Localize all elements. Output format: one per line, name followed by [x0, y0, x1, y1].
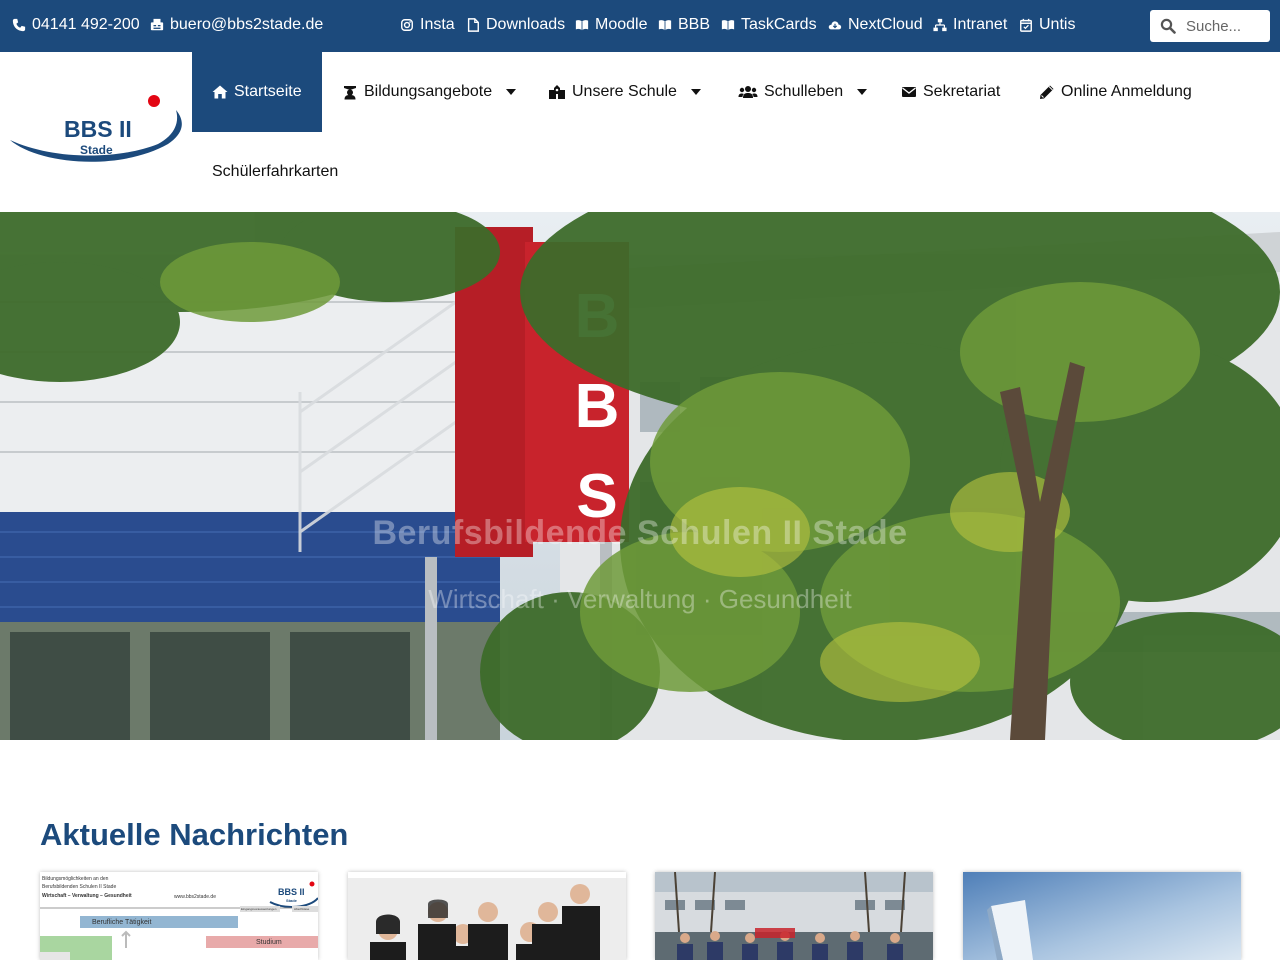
nav-schulleben[interactable]: Schulleben [718, 52, 887, 132]
topbar-link-taskcards[interactable]: TaskCards [721, 16, 817, 34]
news-card[interactable] [655, 872, 933, 960]
doc-logo-subtext: Stade [286, 898, 297, 903]
topbar-link-untis[interactable]: Untis [1019, 16, 1075, 34]
topbar-link-label: BBB [678, 16, 711, 33]
nav-sekretariat[interactable]: Sekretariat [881, 52, 1020, 132]
hero-image: B B S [0, 212, 1280, 740]
chevron-down-icon [506, 89, 517, 95]
top-bar: 04141 492-200 buero@bbs2stade.de Insta D… [0, 0, 1280, 52]
logo-text: BBS II [64, 116, 132, 142]
users-icon [738, 84, 758, 100]
news-card-image [963, 872, 1241, 960]
doc-line: Wirtschaft – Verwaltung – Gesundheit [42, 893, 132, 899]
nav-label: Sekretariat [923, 83, 1001, 100]
doc-box: Berufliche Tätigkeit [92, 919, 152, 926]
topbar-link-label: Untis [1039, 16, 1076, 33]
graduate-icon [342, 84, 358, 100]
chevron-down-icon [690, 89, 701, 95]
chevron-down-icon [857, 89, 868, 95]
nav-schuelerfahrkarten[interactable]: Schülerfahrkarten [192, 132, 358, 212]
logo-subtext: Stade [80, 143, 113, 157]
calendar-icon [1019, 18, 1033, 32]
email-link[interactable]: buero@bbs2stade.de [150, 16, 323, 34]
doc-tag: Eingangsvoraussetzungen [241, 907, 277, 911]
nav-label: Startseite [234, 83, 302, 100]
phone-number: 04141 492-200 [32, 16, 140, 33]
file-icon [466, 18, 480, 32]
doc-line: Berufsbildenden Schulen II Stade [42, 884, 117, 890]
topbar-link-label: Downloads [486, 16, 566, 33]
hero-title: Berufsbildende Schulen II Stade [372, 514, 908, 552]
news-card-image [348, 872, 626, 960]
nav-label: Online Anmeldung [1061, 83, 1192, 100]
nav-bildungsangebote[interactable]: Bildungsangebote [322, 52, 536, 132]
phone-link[interactable]: 04141 492-200 [12, 16, 140, 34]
topbar-link-label: Intranet [953, 16, 1008, 33]
envelope-icon [901, 84, 917, 100]
hero-subtitle: Wirtschaft · Verwaltung · Gesundheit [428, 584, 852, 614]
doc-site: www.bbs2stade.de [174, 894, 216, 900]
nav-label: Unsere Schule [572, 83, 677, 100]
book-icon [575, 18, 589, 32]
nav-startseite[interactable]: Startseite [192, 52, 322, 132]
topbar-link-label: Moodle [595, 16, 648, 33]
site-logo[interactable]: BBS II Stade [8, 92, 186, 172]
topbar-link-label: NextCloud [848, 16, 923, 33]
topbar-link-insta[interactable]: Insta [400, 16, 455, 34]
book-icon [721, 18, 735, 32]
nav-label: Bildungsangebote [364, 83, 493, 100]
topbar-link-intranet[interactable]: Intranet [933, 16, 1007, 34]
doc-tag: Abschlüsse [294, 907, 310, 911]
nav-online-anmeldung[interactable]: Online Anmeldung [1019, 52, 1212, 132]
email-address: buero@bbs2stade.de [170, 16, 324, 33]
topbar-link-bbb[interactable]: BBB [658, 16, 710, 34]
phone-icon [12, 18, 26, 32]
doc-line: Bildungsmöglichkeiten an den [42, 876, 109, 882]
doc-box: Studium [256, 939, 282, 946]
instagram-icon [400, 18, 414, 32]
book-icon [658, 18, 672, 32]
news-card[interactable] [348, 872, 626, 960]
topbar-link-label: TaskCards [741, 16, 817, 33]
search-box[interactable] [1150, 10, 1270, 42]
nav-label: Schülerfahrkarten [212, 163, 339, 180]
search-icon[interactable] [1160, 18, 1176, 34]
news-card-image [655, 872, 933, 960]
topbar-link-moodle[interactable]: Moodle [575, 16, 647, 34]
news-heading: Aktuelle Nachrichten [40, 817, 349, 852]
cloud-icon [828, 18, 842, 32]
network-icon [933, 18, 947, 32]
pencil-icon [1039, 84, 1055, 100]
topbar-link-downloads[interactable]: Downloads [466, 16, 565, 34]
nav-label: Schulleben [764, 83, 844, 100]
home-icon [212, 84, 228, 100]
doc-logo-text: BBS II [278, 887, 305, 897]
search-input[interactable] [1186, 17, 1270, 35]
news-card[interactable] [963, 872, 1241, 960]
school-icon [548, 84, 566, 100]
fax-icon [150, 18, 164, 32]
topbar-link-label: Insta [420, 16, 455, 33]
logo-dot [148, 95, 160, 107]
hero-banner: B B S [0, 212, 1280, 740]
news-card[interactable]: Bildungsmöglichkeiten an den Berufsbilde… [40, 872, 318, 960]
topbar-link-nextcloud[interactable]: NextCloud [828, 16, 923, 34]
nav-unsere-schule[interactable]: Unsere Schule [528, 52, 721, 132]
